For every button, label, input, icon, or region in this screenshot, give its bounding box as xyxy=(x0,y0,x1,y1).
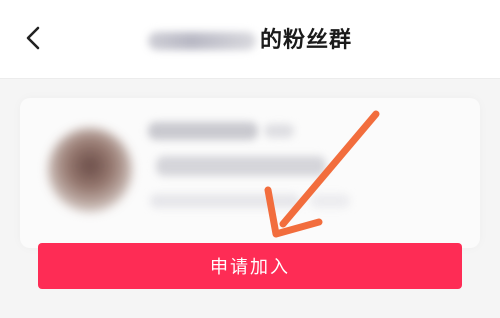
group-info-card[interactable] xyxy=(20,98,480,248)
avatar xyxy=(48,128,132,212)
page-title: 的粉丝群 xyxy=(0,24,500,56)
fan-group-page: 的粉丝群 申请加入 xyxy=(0,0,500,318)
blurred-group-description xyxy=(156,156,326,176)
join-request-button[interactable]: 申请加入 xyxy=(38,243,462,289)
blurred-group-meta-extra xyxy=(310,194,350,208)
blurred-group-name xyxy=(148,122,258,140)
blurred-group-tag xyxy=(264,124,294,138)
blurred-owner-name xyxy=(147,31,256,50)
title-suffix: 的粉丝群 xyxy=(259,27,352,53)
blurred-group-meta xyxy=(150,194,300,208)
header-bar: 的粉丝群 xyxy=(0,0,500,79)
